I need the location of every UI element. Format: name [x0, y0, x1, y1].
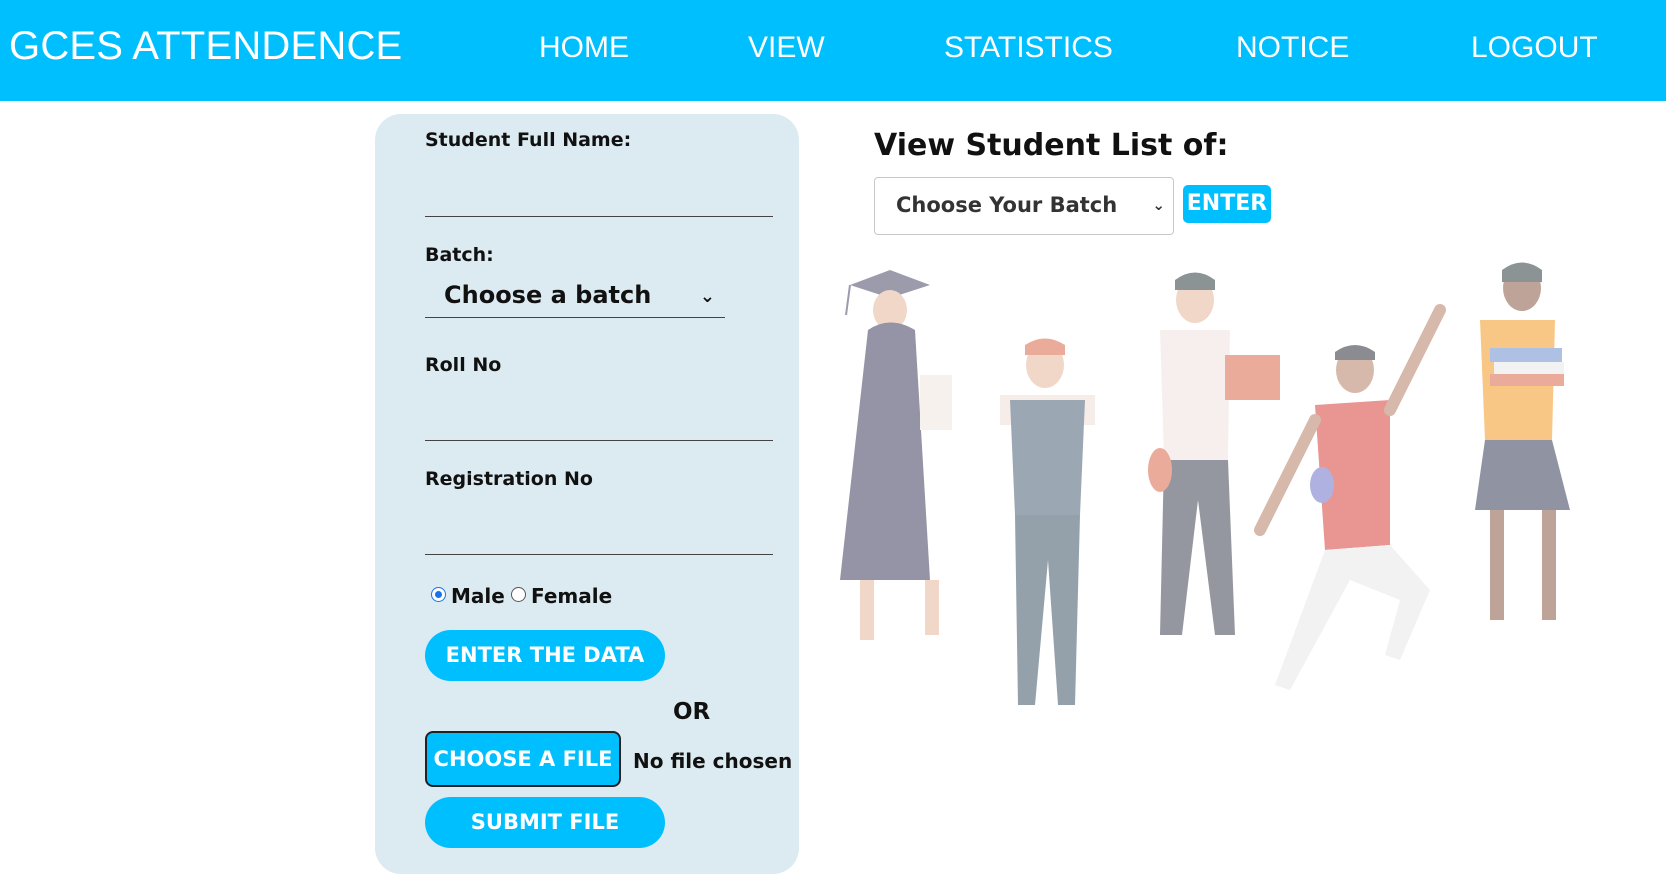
- registration-label: Registration No: [425, 468, 593, 490]
- gender-male-label: Male: [451, 584, 505, 608]
- students-illustration: [840, 262, 1570, 705]
- student-vest-figure: [1000, 338, 1095, 705]
- choose-file-button[interactable]: CHOOSE A FILE: [425, 731, 621, 787]
- top-navbar: GCES ATTENDENCE HOME VIEW STATISTICS NOT…: [0, 0, 1666, 101]
- student-bag-figure: [1148, 272, 1280, 635]
- chevron-down-icon: ⌄: [1152, 196, 1165, 214]
- name-field-underline: [425, 180, 773, 217]
- registration-input[interactable]: [425, 518, 773, 552]
- roll-input[interactable]: [425, 404, 773, 438]
- graduate-figure: [840, 270, 952, 640]
- batch-select-value: Choose a batch: [444, 281, 652, 309]
- batch-select[interactable]: Choose a batch ⌄: [425, 274, 725, 318]
- roll-field-underline: [425, 404, 773, 441]
- enter-data-button[interactable]: ENTER THE DATA: [425, 630, 665, 681]
- view-batch-select-value: Choose Your Batch: [896, 193, 1118, 217]
- file-status-text: No file chosen: [633, 749, 793, 773]
- batch-label: Batch:: [425, 244, 494, 266]
- student-jumping-figure: [1254, 304, 1446, 690]
- nav-statistics[interactable]: STATISTICS: [944, 31, 1113, 65]
- gender-female-radio[interactable]: [511, 587, 526, 602]
- gender-female-label: Female: [531, 584, 613, 608]
- gender-male-radio[interactable]: [431, 587, 446, 602]
- view-enter-button[interactable]: ENTER: [1183, 185, 1271, 223]
- name-label: Student Full Name:: [425, 129, 632, 151]
- roll-label: Roll No: [425, 354, 502, 376]
- view-batch-select[interactable]: Choose Your Batch ⌄: [874, 177, 1174, 235]
- nav-view[interactable]: VIEW: [748, 31, 825, 65]
- student-entry-form: Student Full Name: Batch: Choose a batch…: [375, 114, 799, 874]
- brand-title: GCES ATTENDENCE: [9, 24, 403, 68]
- nav-logout[interactable]: LOGOUT: [1471, 31, 1598, 65]
- nav-home[interactable]: HOME: [539, 31, 629, 65]
- nav-notice[interactable]: NOTICE: [1236, 31, 1349, 65]
- or-separator: OR: [673, 699, 711, 725]
- registration-field-underline: [425, 518, 773, 555]
- chevron-down-icon: ⌄: [699, 286, 715, 307]
- student-books-figure: [1475, 262, 1570, 620]
- name-input[interactable]: [425, 180, 773, 214]
- submit-file-button[interactable]: SUBMIT FILE: [425, 797, 665, 848]
- view-list-title: View Student List of:: [874, 128, 1229, 163]
